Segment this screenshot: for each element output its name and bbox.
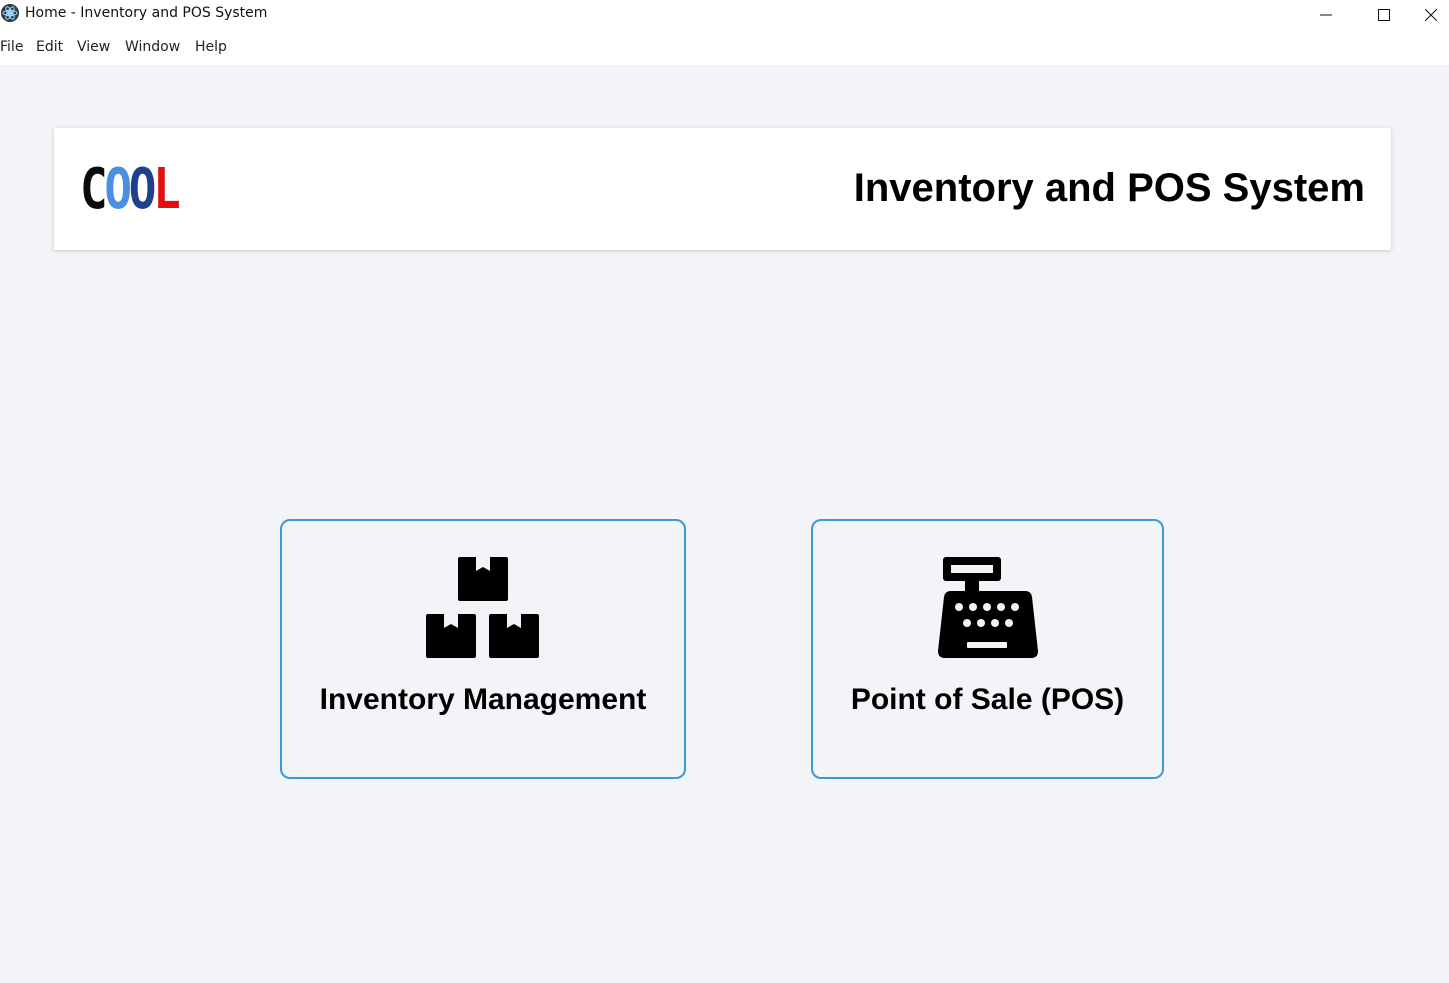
app-icon [1, 4, 19, 22]
menu-view[interactable]: View [77, 39, 110, 55]
close-icon [1425, 9, 1437, 21]
boxes-icon [426, 557, 540, 664]
menu-edit[interactable]: Edit [36, 39, 63, 55]
header-card: COOL Inventory and POS System [54, 128, 1391, 250]
logo-letter-o2: O [128, 157, 157, 222]
minimize-button[interactable] [1297, 0, 1355, 30]
inventory-management-label: Inventory Management [319, 683, 647, 716]
cash-register-icon [937, 557, 1039, 664]
minimize-icon [1320, 14, 1332, 16]
title-bar: Home - Inventory and POS System [0, 0, 1449, 30]
menu-bar: File Edit View Window Help [0, 30, 1449, 65]
logo-letter-o1: O [104, 157, 132, 222]
logo-letter-l: L [153, 157, 181, 222]
maximize-icon [1378, 9, 1390, 21]
menu-help[interactable]: Help [195, 39, 227, 55]
menu-window[interactable]: Window [125, 39, 180, 55]
maximize-button[interactable] [1355, 0, 1413, 30]
window-title: Home - Inventory and POS System [25, 5, 268, 21]
inventory-management-button[interactable]: Inventory Management [280, 519, 686, 779]
point-of-sale-label: Point of Sale (POS) [850, 683, 1125, 716]
logo-letter-c: C [80, 157, 108, 222]
point-of-sale-button[interactable]: Point of Sale (POS) [811, 519, 1164, 779]
page-title: Inventory and POS System [853, 166, 1365, 210]
logo: COOL [80, 157, 181, 222]
menu-file[interactable]: File [0, 39, 23, 55]
close-button[interactable] [1413, 0, 1449, 30]
